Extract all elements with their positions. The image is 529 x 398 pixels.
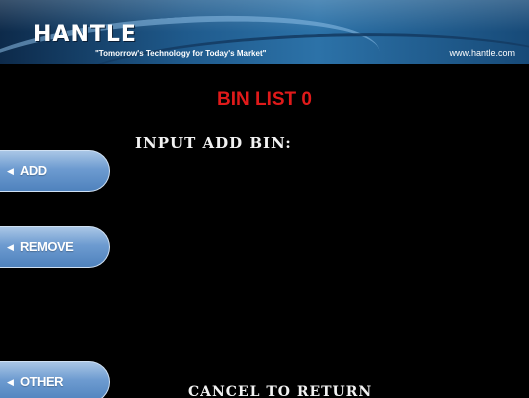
caret-left-icon: ◀ <box>7 167 14 177</box>
brand-url: www.hantle.com <box>449 48 515 58</box>
other-button[interactable]: ◀ OTHER <box>0 361 110 398</box>
brand-logo: HANTLE <box>33 22 137 47</box>
atm-screen: HANTLE "Tomorrow's Technology for Today'… <box>0 0 529 398</box>
brand-tagline: "Tomorrow's Technology for Today's Marke… <box>95 49 267 58</box>
caret-left-icon: ◀ <box>7 378 14 388</box>
add-button[interactable]: ◀ ADD <box>0 150 110 192</box>
add-button-label: ADD <box>20 163 47 178</box>
header-banner: HANTLE "Tomorrow's Technology for Today'… <box>0 0 529 64</box>
other-button-label: OTHER <box>20 374 64 389</box>
caret-left-icon: ◀ <box>7 243 14 253</box>
screen-title: BIN LIST 0 <box>216 89 312 110</box>
remove-button[interactable]: ◀ REMOVE <box>0 226 110 268</box>
input-prompt: INPUT ADD BIN: <box>135 134 292 152</box>
cancel-instruction: CANCEL TO RETURN <box>188 384 373 398</box>
remove-button-label: REMOVE <box>20 239 74 254</box>
